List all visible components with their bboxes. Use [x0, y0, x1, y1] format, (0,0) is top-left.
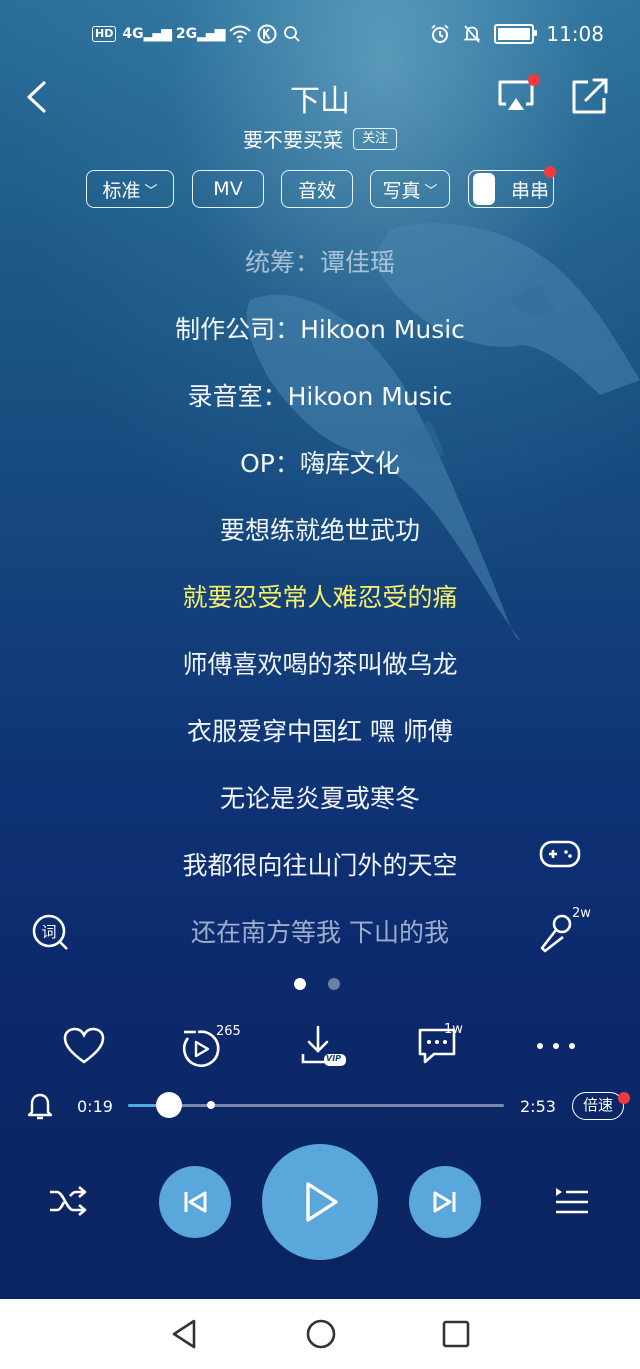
shuffle-icon[interactable]: [48, 1184, 88, 1218]
video-count: 265: [216, 1024, 241, 1039]
chuan-badge: [544, 166, 556, 178]
photo-label: 写真: [382, 179, 421, 202]
playlist-icon[interactable]: [552, 1184, 592, 1218]
toggle-knob: [473, 173, 495, 205]
share-icon[interactable]: [570, 76, 612, 116]
lyric-line: 师傅喜欢喝的茶叫做乌龙: [182, 650, 458, 679]
status-left: HD 4G▂▄▆ 2G▂▄▆: [92, 24, 301, 44]
effects-button[interactable]: 音效: [281, 170, 353, 208]
page-dot-active: [294, 978, 306, 990]
quality-label: 标准: [102, 179, 141, 202]
photo-button[interactable]: 写真 ﹀: [370, 170, 450, 208]
more-icon[interactable]: [534, 1040, 578, 1052]
next-button[interactable]: [409, 1166, 481, 1238]
lyric-line: 统筹：谭佳瑶: [244, 248, 395, 277]
quality-button[interactable]: 标准 ﹀: [86, 170, 174, 208]
heart-icon[interactable]: [62, 1026, 106, 1066]
mute-bell-icon: [463, 25, 482, 43]
action-row: 265 VIP 1w: [0, 1020, 640, 1072]
mv-label: MV: [213, 178, 243, 200]
back-nav-icon[interactable]: [168, 1317, 200, 1351]
lyric-line: 要想练就绝世武功: [219, 516, 420, 545]
lyric-line: 制作公司：Hikoon Music: [175, 315, 465, 344]
vip-badge: VIP: [326, 1054, 342, 1063]
speed-badge: [618, 1092, 630, 1104]
recents-nav-icon[interactable]: [440, 1317, 472, 1351]
play-icon: [306, 1182, 338, 1222]
progress-knob[interactable]: [156, 1092, 183, 1118]
page-dot: [328, 978, 340, 990]
next-icon: [433, 1191, 456, 1213]
chuan-label: 串串: [511, 179, 550, 202]
clock: 11:08: [546, 22, 604, 46]
wifi-icon: [229, 25, 252, 43]
song-title: 下山: [290, 84, 350, 119]
lyric-line: 衣服爱穿中国红 嘿 师傅: [187, 717, 453, 746]
previous-button[interactable]: [159, 1166, 231, 1238]
mic-count: 2w: [572, 906, 591, 921]
lyric-line: 无论是炎夏或寒冬: [219, 784, 420, 813]
cast-badge: [528, 74, 540, 86]
lyric-line: 录音室：Hikoon Music: [187, 382, 453, 411]
buffer-marker: [206, 1101, 215, 1109]
previous-icon: [184, 1191, 207, 1213]
artist-name[interactable]: 要不要买菜: [243, 124, 343, 153]
tool-row: 标准 ﹀ MV 音效 写真 ﹀ 串串: [0, 166, 640, 212]
lyric-search-icon[interactable]: 词: [30, 912, 70, 952]
search-icon: [284, 26, 301, 42]
lyric-line: OP：嗨库文化: [240, 449, 400, 478]
k-app-icon: [257, 24, 277, 44]
mv-button[interactable]: MV: [192, 170, 264, 208]
speed-button[interactable]: 倍速: [572, 1092, 624, 1120]
alarm-icon: [431, 24, 449, 43]
bell-icon[interactable]: [26, 1090, 54, 1122]
status-bar: HD 4G▂▄▆ 2G▂▄▆ 11:08: [0, 0, 640, 72]
network-2g: 2G▂▄▆: [175, 26, 226, 42]
follow-button[interactable]: 关注: [352, 127, 397, 150]
elapsed-time: 0:19: [77, 1097, 113, 1116]
home-nav-icon[interactable]: [304, 1317, 338, 1351]
total-time: 2:53: [520, 1097, 556, 1116]
chevron-down-icon: ﹀: [424, 183, 438, 199]
gamepad-icon[interactable]: [538, 836, 582, 872]
status-right: 11:08: [430, 22, 604, 46]
lyric-line-active: 就要忍受常人难忍受的痛: [182, 583, 458, 612]
system-nav-bar: [0, 1299, 640, 1369]
play-button[interactable]: [262, 1144, 378, 1260]
battery-icon: [494, 24, 538, 44]
comment-count: 1w: [444, 1022, 463, 1037]
network-4g: 4G▂▄▆: [122, 26, 172, 42]
chevron-down-icon: ﹀: [144, 183, 158, 199]
chuan-toggle[interactable]: 串串: [468, 170, 554, 208]
progress-track[interactable]: [128, 1104, 504, 1107]
effects-label: 音效: [297, 179, 336, 202]
svg-text:词: 词: [41, 923, 56, 941]
page-indicator: [294, 978, 340, 990]
hd-badge: HD: [92, 26, 117, 42]
artist-row: 要不要买菜 关注: [0, 124, 640, 153]
